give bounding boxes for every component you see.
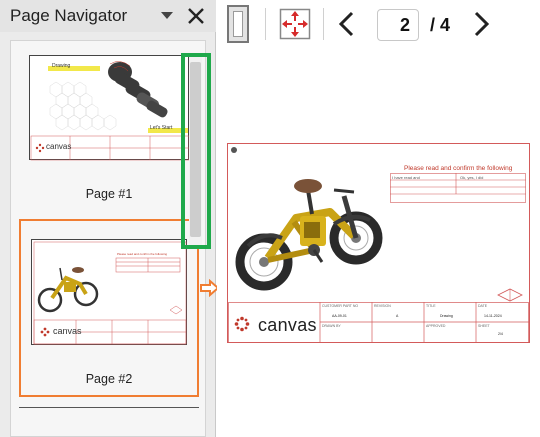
- page-2-label: Page #2: [85, 372, 133, 386]
- panel-header: Page Navigator: [0, 0, 216, 32]
- tb-field7-label: SHEET: [478, 324, 490, 328]
- tb-field1-value: AA-09-01: [332, 314, 347, 318]
- projection-symbol-icon: [497, 288, 523, 302]
- page-2-logo: canvas: [53, 326, 82, 336]
- page-thumbnail-3[interactable]: [19, 407, 199, 437]
- page-1-tag-right: Let's Start: [150, 125, 173, 131]
- page-1-logo: canvas: [46, 142, 72, 151]
- tb-field1-label: CUSTOMER PART NO: [322, 304, 359, 308]
- toolbar: / 4: [217, 0, 540, 50]
- close-icon[interactable]: [185, 5, 207, 27]
- fit-window-icon[interactable]: [279, 8, 311, 40]
- canvas-logo-icon: [234, 316, 250, 332]
- page-thumbnail-list: Drawing Let's Start canvas Page #1 Pleas…: [10, 40, 206, 437]
- previous-page-button[interactable]: [337, 10, 355, 38]
- page-1-tag-left: Drawing: [52, 63, 71, 69]
- chevron-down-icon[interactable]: [161, 12, 173, 19]
- tb-field3-label: TITLE: [426, 304, 436, 308]
- tb-field4-label: DATE: [478, 304, 488, 308]
- page-thumbnail-1[interactable]: Drawing Let's Start canvas Page #1: [19, 41, 199, 211]
- page-2-preview: Please read and confirm the following ca…: [31, 239, 187, 345]
- tb-field2-label: REVISION: [374, 304, 391, 308]
- page-2-sheet-title: Please read and confirm the following: [117, 252, 168, 256]
- canvas-logo-text: canvas: [258, 315, 317, 335]
- page-total: / 4: [430, 15, 451, 35]
- tb-field4-value: 14-11-2024: [484, 314, 502, 318]
- tb-field2-value: A: [396, 314, 399, 318]
- confirm-header-right: Ok, yes, I did: [460, 175, 484, 180]
- tb-field7-value: 2/4: [498, 332, 503, 336]
- drawing-sheet: Please read and confirm the following I …: [227, 143, 530, 343]
- tb-field5-label: DRAWN BY: [322, 324, 341, 328]
- tb-field6-label: APPROVED: [426, 324, 446, 328]
- tb-field3-value: Drawing: [440, 314, 453, 318]
- page-1-label: Page #1: [85, 187, 133, 201]
- confirm-header-left: I have read and: [392, 175, 420, 180]
- panel-title: Page Navigator: [10, 6, 128, 25]
- scrollbar-highlight-box: [181, 53, 211, 249]
- fit-page-button[interactable]: [227, 5, 249, 43]
- toolbar-divider: [265, 8, 266, 40]
- page-navigator-panel: Page Navigator Drawing Let's Start canva…: [0, 0, 216, 437]
- next-page-button[interactable]: [473, 10, 491, 38]
- page-number-input[interactable]: [377, 9, 419, 41]
- fit-page-icon: [233, 11, 243, 37]
- sheet-title: Please read and confirm the following: [404, 165, 513, 172]
- page-thumbnail-2[interactable]: Please read and confirm the following ca…: [19, 219, 199, 397]
- page-1-preview: Drawing Let's Start canvas: [29, 55, 190, 161]
- e-bike-illustration: [235, 179, 383, 291]
- toolbar-divider: [323, 8, 324, 40]
